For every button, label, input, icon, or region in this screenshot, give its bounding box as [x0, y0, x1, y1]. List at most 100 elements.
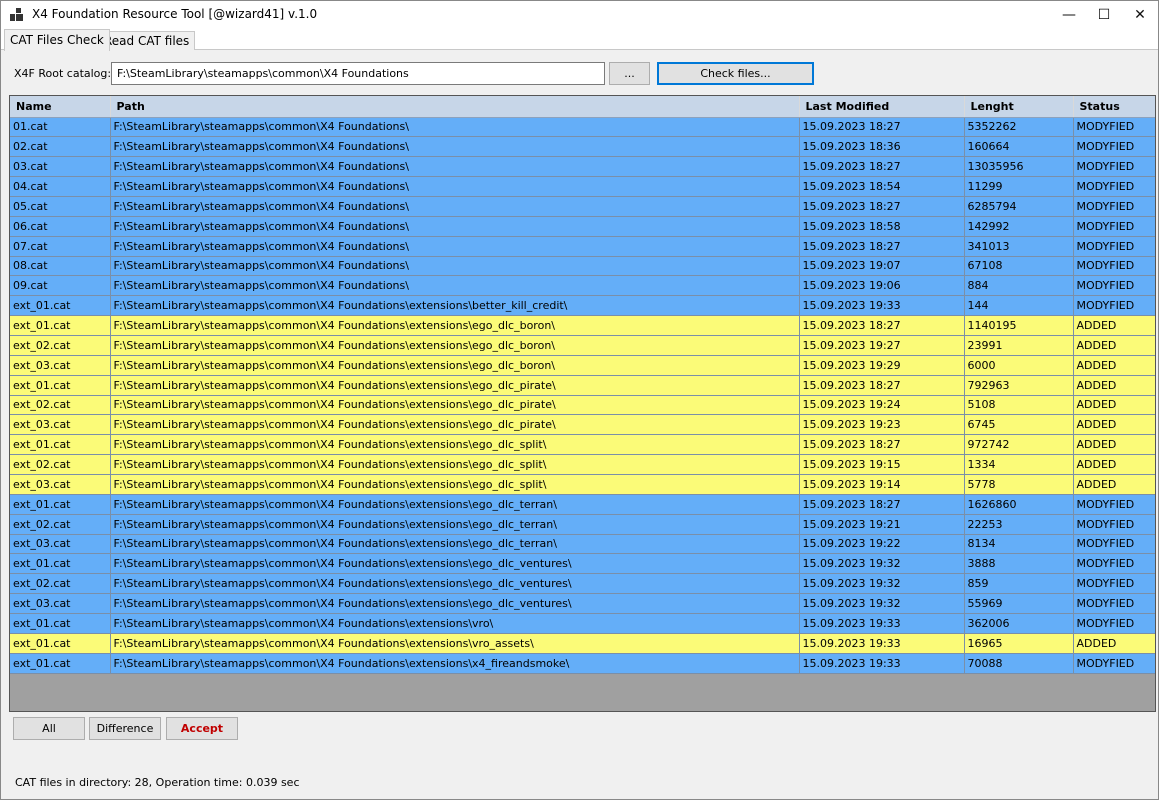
cell-length: 70088: [964, 653, 1074, 674]
column-header-status[interactable]: Status: [1073, 96, 1155, 118]
cell-status: ADDED: [1073, 335, 1155, 356]
table-row[interactable]: ext_03.cat F:\SteamLibrary\steamapps\comm…: [10, 474, 1155, 495]
cell-status: MODYFIED: [1073, 196, 1155, 217]
accept-button[interactable]: Accept: [166, 717, 238, 740]
table-row[interactable]: ext_02.cat F:\SteamLibrary\steamapps\comm…: [10, 514, 1155, 535]
cat-files-grid[interactable]: Name Path Last Modified Lenght Status 01…: [9, 95, 1156, 712]
cell-path: F:\SteamLibrary\steamapps\common\X4 Foun…: [110, 256, 800, 277]
cell-last-modified: 15.09.2023 18:27: [799, 315, 965, 336]
cell-path: F:\SteamLibrary\steamapps\common\X4 Foun…: [110, 295, 800, 317]
cell-name: ext_02.cat: [10, 573, 111, 595]
cell-path: F:\SteamLibrary\steamapps\common\X4 Foun…: [110, 216, 800, 237]
table-row[interactable]: ext_02.cat F:\SteamLibrary\steamapps\comm…: [10, 335, 1155, 356]
cell-name: ext_01.cat: [10, 295, 111, 317]
browse-button[interactable]: ...: [609, 62, 650, 85]
cell-status: MODYFIED: [1073, 156, 1155, 178]
cell-status: ADDED: [1073, 454, 1155, 475]
cell-last-modified: 15.09.2023 19:32: [799, 553, 965, 575]
root-catalog-input[interactable]: F:\SteamLibrary\steamapps\common\X4 Foun…: [111, 62, 605, 85]
table-row[interactable]: ext_01.cat F:\SteamLibrary\steamapps\comm…: [10, 295, 1155, 317]
cell-status: MODYFIED: [1073, 236, 1155, 257]
close-button[interactable]: ✕: [1123, 1, 1157, 29]
cell-last-modified: 15.09.2023 19:33: [799, 653, 965, 674]
cell-path: F:\SteamLibrary\steamapps\common\X4 Foun…: [110, 176, 800, 197]
cell-name: 08.cat: [10, 256, 111, 277]
tab-cat-files-check[interactable]: CAT Files Check: [4, 29, 110, 51]
table-row[interactable]: ext_02.cat F:\SteamLibrary\steamapps\comm…: [10, 395, 1155, 416]
tab-read-cat-files[interactable]: Read CAT files: [98, 31, 196, 50]
column-header-length[interactable]: Lenght: [964, 96, 1074, 118]
cell-name: ext_01.cat: [10, 553, 111, 575]
column-header-name[interactable]: Name: [10, 96, 111, 118]
title-bar[interactable]: X4 Foundation Resource Tool [@wizard41] …: [1, 1, 1158, 29]
cell-length: 23991: [964, 335, 1074, 356]
cell-last-modified: 15.09.2023 18:36: [799, 136, 965, 158]
table-row[interactable]: 09.cat F:\SteamLibrary\steamapps\common\X…: [10, 275, 1155, 297]
cell-name: 02.cat: [10, 136, 111, 158]
table-row[interactable]: ext_02.cat F:\SteamLibrary\steamapps\comm…: [10, 573, 1155, 595]
table-row[interactable]: ext_01.cat F:\SteamLibrary\steamapps\comm…: [10, 494, 1155, 515]
table-row[interactable]: 05.cat F:\SteamLibrary\steamapps\common\X…: [10, 196, 1155, 217]
cell-status: MODYFIED: [1073, 275, 1155, 297]
cell-status: MODYFIED: [1073, 216, 1155, 237]
table-row[interactable]: 07.cat F:\SteamLibrary\steamapps\common\X…: [10, 236, 1155, 257]
table-row[interactable]: ext_03.cat F:\SteamLibrary\steamapps\comm…: [10, 534, 1155, 555]
cell-length: 55969: [964, 593, 1074, 614]
cell-status: ADDED: [1073, 434, 1155, 456]
table-row[interactable]: ext_03.cat F:\SteamLibrary\steamapps\comm…: [10, 414, 1155, 436]
cell-status: ADDED: [1073, 414, 1155, 436]
cell-status: ADDED: [1073, 633, 1155, 654]
table-row[interactable]: 01.cat F:\SteamLibrary\steamapps\common\X…: [10, 117, 1155, 138]
cell-last-modified: 15.09.2023 19:33: [799, 633, 965, 654]
cell-length: 859: [964, 573, 1074, 595]
cell-name: ext_02.cat: [10, 335, 111, 356]
cell-name: ext_01.cat: [10, 434, 111, 456]
cell-length: 144: [964, 295, 1074, 317]
cell-path: F:\SteamLibrary\steamapps\common\X4 Foun…: [110, 514, 800, 535]
cell-path: F:\SteamLibrary\steamapps\common\X4 Foun…: [110, 633, 800, 654]
table-row[interactable]: 08.cat F:\SteamLibrary\steamapps\common\X…: [10, 256, 1155, 277]
table-row[interactable]: ext_01.cat F:\SteamLibrary\steamapps\comm…: [10, 375, 1155, 396]
column-header-last-modified[interactable]: Last Modified: [799, 96, 965, 118]
cell-length: 884: [964, 275, 1074, 297]
table-row[interactable]: ext_03.cat F:\SteamLibrary\steamapps\comm…: [10, 593, 1155, 614]
cell-length: 341013: [964, 236, 1074, 257]
table-row[interactable]: 02.cat F:\SteamLibrary\steamapps\common\X…: [10, 136, 1155, 158]
cell-last-modified: 15.09.2023 18:27: [799, 196, 965, 217]
table-row[interactable]: ext_03.cat F:\SteamLibrary\steamapps\comm…: [10, 355, 1155, 376]
cell-last-modified: 15.09.2023 18:54: [799, 176, 965, 197]
cell-last-modified: 15.09.2023 19:06: [799, 275, 965, 297]
all-button[interactable]: All: [13, 717, 85, 740]
table-row[interactable]: 04.cat F:\SteamLibrary\steamapps\common\X…: [10, 176, 1155, 197]
column-header-path[interactable]: Path: [110, 96, 800, 118]
status-bar-text: CAT files in directory: 28, Operation ti…: [15, 776, 300, 789]
cell-name: ext_02.cat: [10, 454, 111, 475]
table-row[interactable]: ext_01.cat F:\SteamLibrary\steamapps\comm…: [10, 653, 1155, 674]
table-row[interactable]: ext_01.cat F:\SteamLibrary\steamapps\comm…: [10, 633, 1155, 654]
minimize-button[interactable]: —: [1052, 1, 1086, 29]
table-header-row: Name Path Last Modified Lenght Status: [10, 96, 1155, 118]
cell-length: 362006: [964, 613, 1074, 634]
cell-path: F:\SteamLibrary\steamapps\common\X4 Foun…: [110, 315, 800, 336]
cell-name: ext_01.cat: [10, 653, 111, 674]
table-row[interactable]: 03.cat F:\SteamLibrary\steamapps\common\X…: [10, 156, 1155, 178]
table-row[interactable]: ext_01.cat F:\SteamLibrary\steamapps\comm…: [10, 434, 1155, 456]
maximize-button[interactable]: ☐: [1087, 1, 1121, 29]
table-row[interactable]: ext_01.cat F:\SteamLibrary\steamapps\comm…: [10, 553, 1155, 575]
cell-length: 160664: [964, 136, 1074, 158]
table-row[interactable]: ext_01.cat F:\SteamLibrary\steamapps\comm…: [10, 315, 1155, 336]
cell-status: MODYFIED: [1073, 553, 1155, 575]
cell-length: 6285794: [964, 196, 1074, 217]
table-row[interactable]: ext_01.cat F:\SteamLibrary\steamapps\comm…: [10, 613, 1155, 634]
table-row[interactable]: 06.cat F:\SteamLibrary\steamapps\common\X…: [10, 216, 1155, 237]
cell-status: MODYFIED: [1073, 613, 1155, 634]
cell-name: ext_03.cat: [10, 474, 111, 495]
table-row[interactable]: ext_02.cat F:\SteamLibrary\steamapps\comm…: [10, 454, 1155, 475]
cell-status: MODYFIED: [1073, 593, 1155, 614]
cell-path: F:\SteamLibrary\steamapps\common\X4 Foun…: [110, 275, 800, 297]
tab-strip: CAT Files Check Read CAT files: [1, 29, 1158, 51]
cell-name: ext_03.cat: [10, 355, 111, 376]
check-files-button[interactable]: Check files...: [657, 62, 814, 85]
difference-button[interactable]: Difference: [89, 717, 161, 740]
cell-length: 1626860: [964, 494, 1074, 515]
